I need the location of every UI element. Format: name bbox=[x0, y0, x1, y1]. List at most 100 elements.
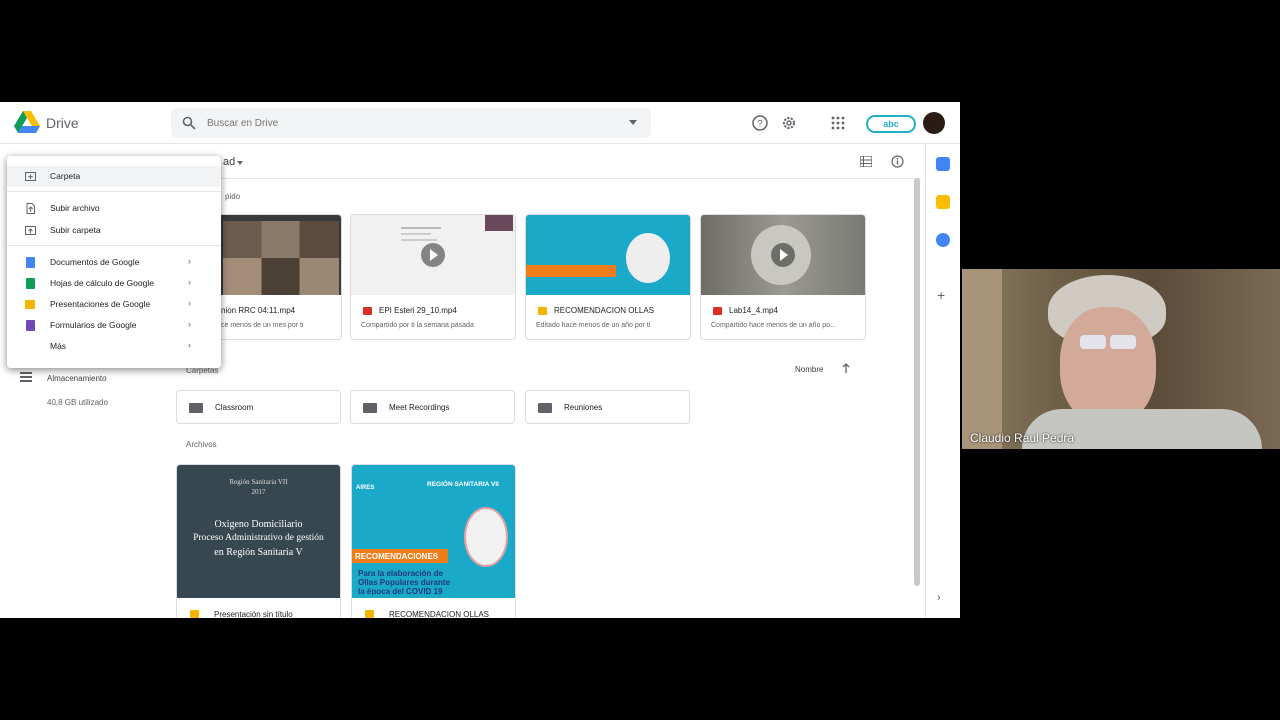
participant-name: Claudio Raul Pedra bbox=[970, 431, 1075, 445]
slides-file-icon bbox=[538, 307, 547, 315]
quick-access-card[interactable]: RECOMENDACION OLLAS Editado hace menos d… bbox=[525, 214, 691, 340]
participant-glasses bbox=[1080, 335, 1106, 349]
menu-item-label: Hojas de cálculo de Google bbox=[50, 278, 154, 288]
menu-item-label: Presentaciones de Google bbox=[50, 299, 151, 309]
play-icon[interactable] bbox=[421, 243, 445, 267]
tasks-icon[interactable] bbox=[936, 233, 950, 247]
card-subtitle: ce menos de un mes por ti bbox=[221, 322, 304, 329]
title-dropdown-icon[interactable] bbox=[237, 161, 243, 165]
thumb-text: Para la elaboración de bbox=[358, 569, 443, 578]
video-file-icon bbox=[713, 307, 722, 315]
folder-icon bbox=[189, 403, 203, 413]
menu-item-google-slides[interactable]: Presentaciones de Google › bbox=[7, 294, 221, 315]
thumb-text: la época del COVID 19 bbox=[358, 587, 443, 596]
info-icon[interactable] bbox=[891, 155, 904, 168]
slides-file-icon bbox=[190, 610, 199, 618]
menu-item-upload-folder[interactable]: Subir carpeta bbox=[7, 220, 221, 241]
storage-icon[interactable] bbox=[20, 372, 32, 382]
keep-icon[interactable] bbox=[936, 195, 950, 209]
search-bar[interactable] bbox=[171, 108, 651, 138]
card-subtitle: Compartido hace menos de un año po... bbox=[711, 322, 836, 329]
quick-access-card[interactable]: Lab14_4.mp4 Compartido hace menos de un … bbox=[700, 214, 866, 340]
thumb-text: Ollas Populares durante bbox=[358, 578, 451, 587]
storage-label[interactable]: Almacenamiento bbox=[47, 374, 107, 383]
organization-logo[interactable]: abc bbox=[866, 115, 916, 133]
scrollbar[interactable] bbox=[914, 178, 920, 586]
thumb-text: en Región Sanitaria V bbox=[214, 547, 303, 558]
content-header: ad bbox=[171, 144, 921, 179]
avatar[interactable] bbox=[923, 112, 945, 134]
sort-direction-arrow-up-icon[interactable] bbox=[842, 363, 850, 373]
menu-item-label: Carpeta bbox=[50, 171, 81, 181]
storage-used: 40,8 GB utilizado bbox=[47, 398, 108, 407]
menu-item-google-docs[interactable]: Documentos de Google › bbox=[7, 252, 221, 273]
settings-gear-icon[interactable] bbox=[780, 114, 798, 132]
folder-upload-icon bbox=[25, 226, 36, 235]
menu-divider bbox=[7, 191, 221, 192]
files-label: Archivos bbox=[186, 440, 217, 449]
app-name[interactable]: Drive bbox=[46, 115, 79, 131]
folder-item-reuniones[interactable]: Reuniones bbox=[525, 390, 690, 424]
list-view-icon[interactable] bbox=[860, 156, 872, 167]
menu-item-google-sheets[interactable]: Hojas de cálculo de Google › bbox=[7, 273, 221, 294]
thumb-text: Región Sanitaria VII bbox=[229, 478, 288, 486]
menu-item-label: Formularios de Google bbox=[50, 320, 137, 330]
menu-item-upload-file[interactable]: Subir archivo bbox=[7, 198, 221, 219]
apps-grid-icon[interactable] bbox=[829, 114, 847, 132]
expand-panel-icon[interactable]: › bbox=[937, 592, 941, 604]
file-name: RECOMENDACION OLLAS bbox=[389, 610, 490, 618]
card-subtitle: Compartido por ti la semana pasada bbox=[361, 322, 474, 329]
folder-item-classroom[interactable]: Classroom bbox=[176, 390, 341, 424]
folder-plus-icon bbox=[25, 172, 36, 181]
quick-access-label: pido bbox=[225, 192, 241, 201]
card-subtitle: Editado hace menos de un año por ti bbox=[536, 322, 651, 329]
folder-name: Reuniones bbox=[564, 403, 603, 412]
menu-item-label: Más bbox=[50, 341, 67, 351]
video-file-icon bbox=[363, 307, 372, 315]
video-participant-tile[interactable]: Claudio Raul Pedra bbox=[962, 269, 1280, 449]
top-bar: Drive ? bbox=[0, 102, 960, 144]
page-title[interactable]: ad bbox=[223, 156, 235, 168]
folder-name: Classroom bbox=[215, 403, 254, 412]
thumb-text: Oxigeno Domiciliario bbox=[214, 519, 303, 530]
play-icon[interactable] bbox=[771, 243, 795, 267]
menu-item-label: Subir carpeta bbox=[50, 225, 101, 235]
add-addon-icon[interactable]: + bbox=[937, 287, 945, 303]
folder-icon bbox=[538, 403, 552, 413]
slides-file-icon bbox=[365, 610, 374, 618]
chevron-right-icon: › bbox=[188, 256, 191, 266]
search-icon[interactable] bbox=[182, 116, 196, 130]
forms-icon bbox=[26, 320, 35, 331]
card-title: Lab14_4.mp4 bbox=[729, 306, 778, 315]
file-thumbnail: Región Sanitaria VII 2017 Oxigeno Domici… bbox=[177, 465, 340, 598]
drive-logo-icon[interactable] bbox=[14, 111, 40, 134]
search-input[interactable] bbox=[207, 114, 607, 132]
video-background-wall bbox=[962, 269, 1002, 449]
quick-access-card[interactable]: EPI Esteri 29_10.mp4 Compartido por ti l… bbox=[350, 214, 516, 340]
card-title: EPI Esteri 29_10.mp4 bbox=[379, 306, 457, 315]
card-thumbnail bbox=[351, 215, 515, 295]
menu-item-google-forms[interactable]: Formularios de Google › bbox=[7, 315, 221, 336]
menu-item-folder[interactable]: Carpeta bbox=[7, 166, 221, 187]
card-title: RECOMENDACION OLLAS bbox=[554, 306, 655, 315]
sort-by-name-button[interactable]: Nombre bbox=[795, 365, 823, 374]
thumb-text: Proceso Administrativo de gestión bbox=[193, 533, 324, 543]
search-options-icon[interactable] bbox=[629, 120, 637, 125]
file-upload-icon bbox=[26, 203, 35, 214]
chevron-right-icon: › bbox=[188, 298, 191, 308]
menu-item-label: Documentos de Google bbox=[50, 257, 140, 267]
file-card[interactable]: Región Sanitaria VII 2017 Oxigeno Domici… bbox=[176, 464, 341, 618]
sheets-icon bbox=[26, 278, 35, 289]
folder-item-meet-recordings[interactable]: Meet Recordings bbox=[350, 390, 515, 424]
file-thumbnail: AIRES REGIÓN SANITARIA VII RECOMENDACION… bbox=[352, 465, 515, 598]
card-title: nion RRC 04:11.mp4 bbox=[221, 306, 296, 315]
menu-divider bbox=[7, 245, 221, 246]
card-thumbnail bbox=[526, 215, 690, 295]
calendar-icon[interactable] bbox=[936, 157, 950, 171]
side-panel: + › bbox=[925, 144, 960, 618]
thumb-text: RECOMENDACIONES bbox=[355, 552, 439, 561]
file-card[interactable]: AIRES REGIÓN SANITARIA VII RECOMENDACION… bbox=[351, 464, 516, 618]
menu-item-more[interactable]: Más › bbox=[7, 336, 221, 357]
help-icon[interactable]: ? bbox=[751, 114, 769, 132]
folder-icon bbox=[363, 403, 377, 413]
